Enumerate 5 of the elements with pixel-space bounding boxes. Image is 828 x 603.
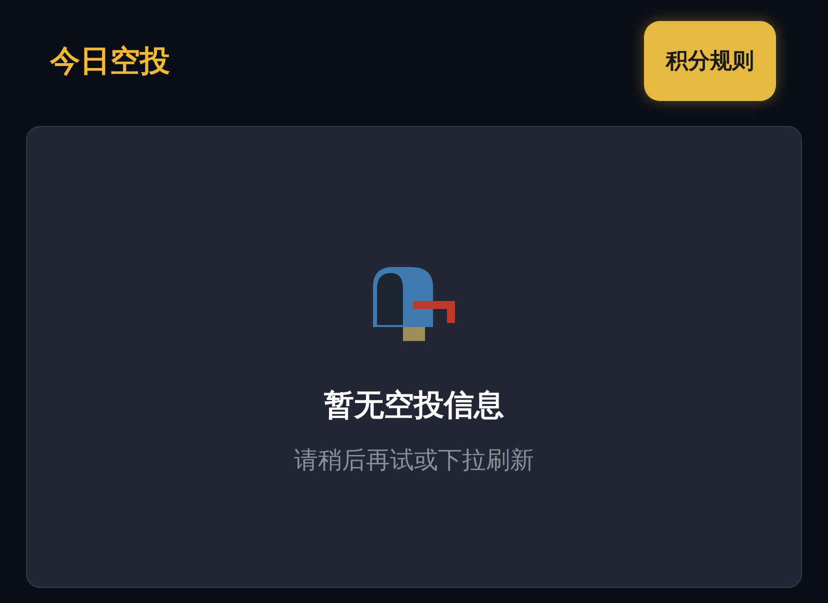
empty-title: 暂无空投信息 [324, 387, 504, 425]
mailbox-icon [371, 265, 457, 343]
page-title: 今日空投 [50, 42, 170, 80]
points-rules-button[interactable]: 积分规则 [644, 21, 776, 101]
empty-hint: 请稍后再试或下拉刷新 [294, 445, 534, 476]
